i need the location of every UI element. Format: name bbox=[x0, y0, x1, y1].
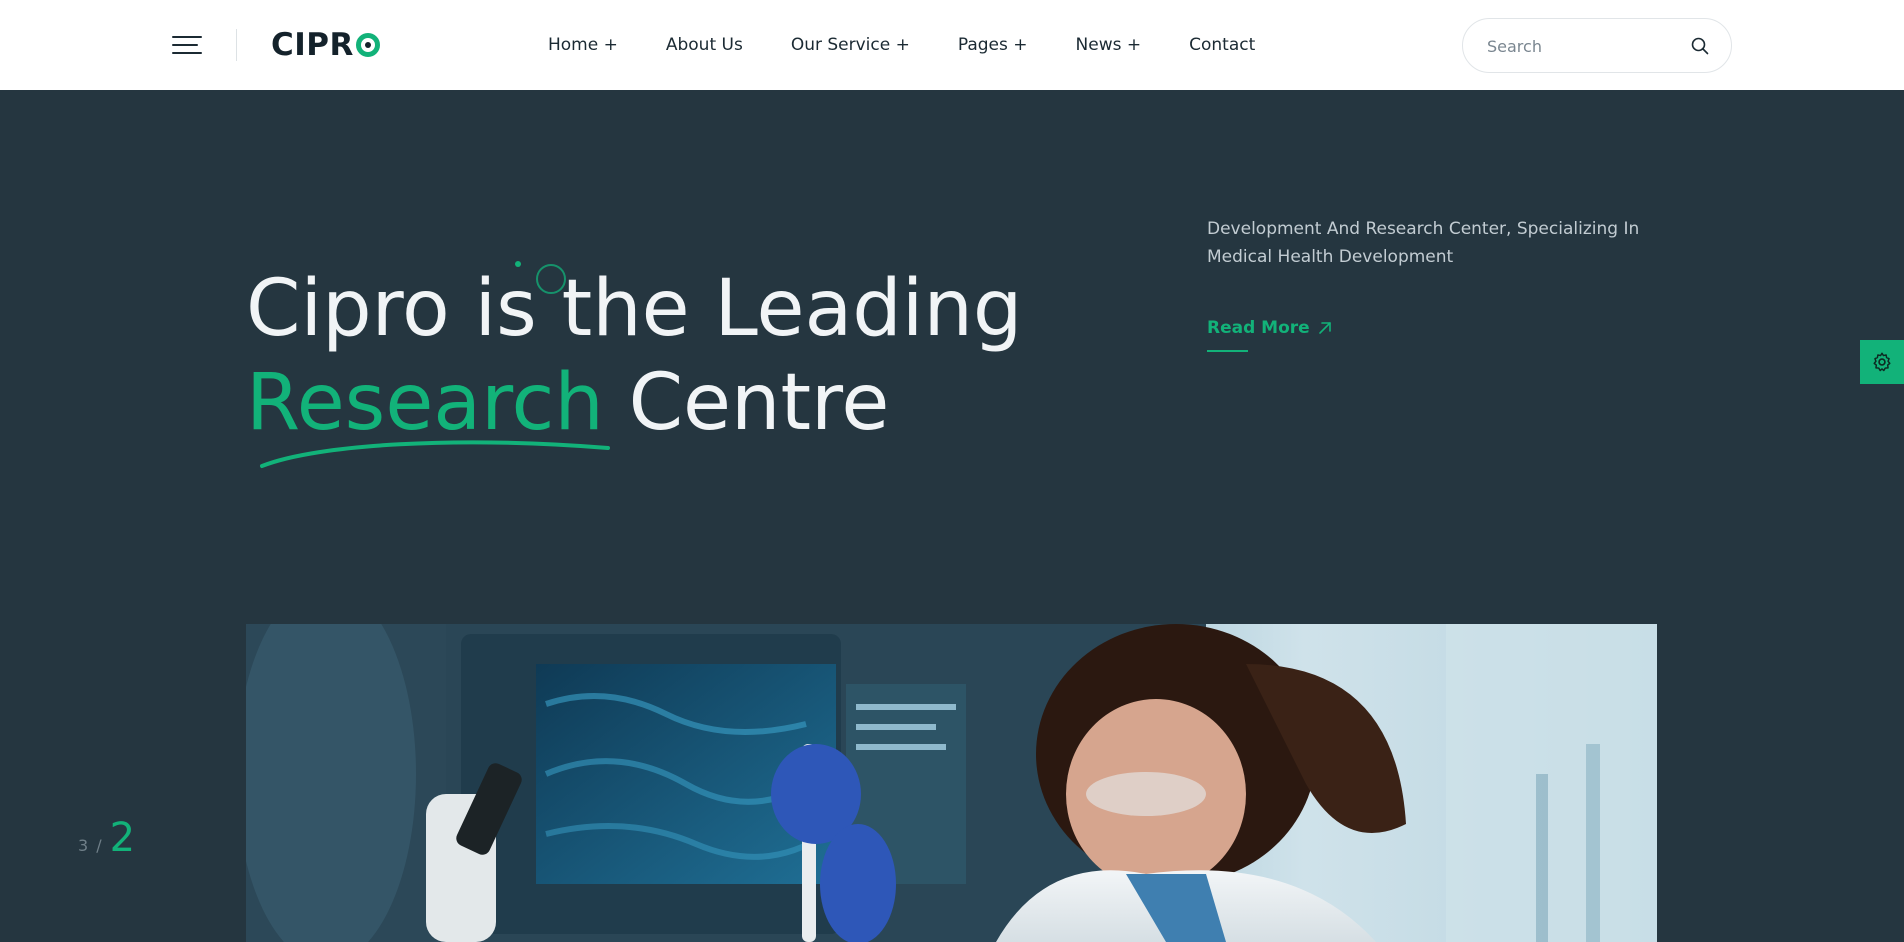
hero-title-line1: Cipro is the Leading bbox=[246, 264, 1023, 354]
nav-home[interactable]: Home + bbox=[548, 35, 618, 55]
slide-current: 2 bbox=[109, 815, 136, 861]
read-more-link[interactable]: Read More bbox=[1207, 318, 1332, 338]
read-more-underline bbox=[1207, 350, 1248, 352]
header-divider bbox=[236, 29, 237, 61]
settings-tab[interactable] bbox=[1860, 340, 1904, 384]
hero-title-rest: Centre bbox=[603, 358, 890, 448]
lab-scene-illustration bbox=[246, 624, 1657, 942]
search-box bbox=[1462, 18, 1732, 73]
search-input[interactable] bbox=[1487, 33, 1677, 59]
search-icon[interactable] bbox=[1690, 36, 1710, 56]
hero-title: Cipro is the Leading Research Centre bbox=[246, 262, 1022, 450]
hamburger-menu-icon[interactable] bbox=[172, 34, 202, 56]
logo-o-mark bbox=[355, 33, 380, 57]
nav-about-us[interactable]: About Us bbox=[666, 35, 743, 55]
nav-contact[interactable]: Contact bbox=[1189, 35, 1255, 55]
logo-text: CIPR bbox=[271, 27, 354, 63]
site-logo[interactable]: CIPR bbox=[271, 27, 380, 63]
site-header: CIPR Home + About Us Our Service + Pages… bbox=[0, 0, 1904, 90]
lab-research-image bbox=[246, 624, 1657, 942]
hero-description: Development And Research Center, Special… bbox=[1207, 219, 1640, 267]
slide-counter: 3 / 2 bbox=[78, 815, 135, 861]
gear-icon bbox=[1873, 352, 1891, 372]
arrow-up-right-icon bbox=[1318, 322, 1331, 334]
main-nav: Home + About Us Our Service + Pages + Ne… bbox=[548, 0, 1303, 90]
nav-pages[interactable]: Pages + bbox=[958, 35, 1028, 55]
slide-separator: / bbox=[96, 836, 102, 855]
hero-title-accent: Research bbox=[246, 358, 604, 448]
underline-swoosh bbox=[260, 440, 610, 468]
slide-total: 3 bbox=[78, 836, 89, 855]
nav-our-service[interactable]: Our Service + bbox=[791, 35, 910, 55]
read-more-label: Read More bbox=[1207, 318, 1310, 338]
nav-news[interactable]: News + bbox=[1076, 35, 1142, 55]
